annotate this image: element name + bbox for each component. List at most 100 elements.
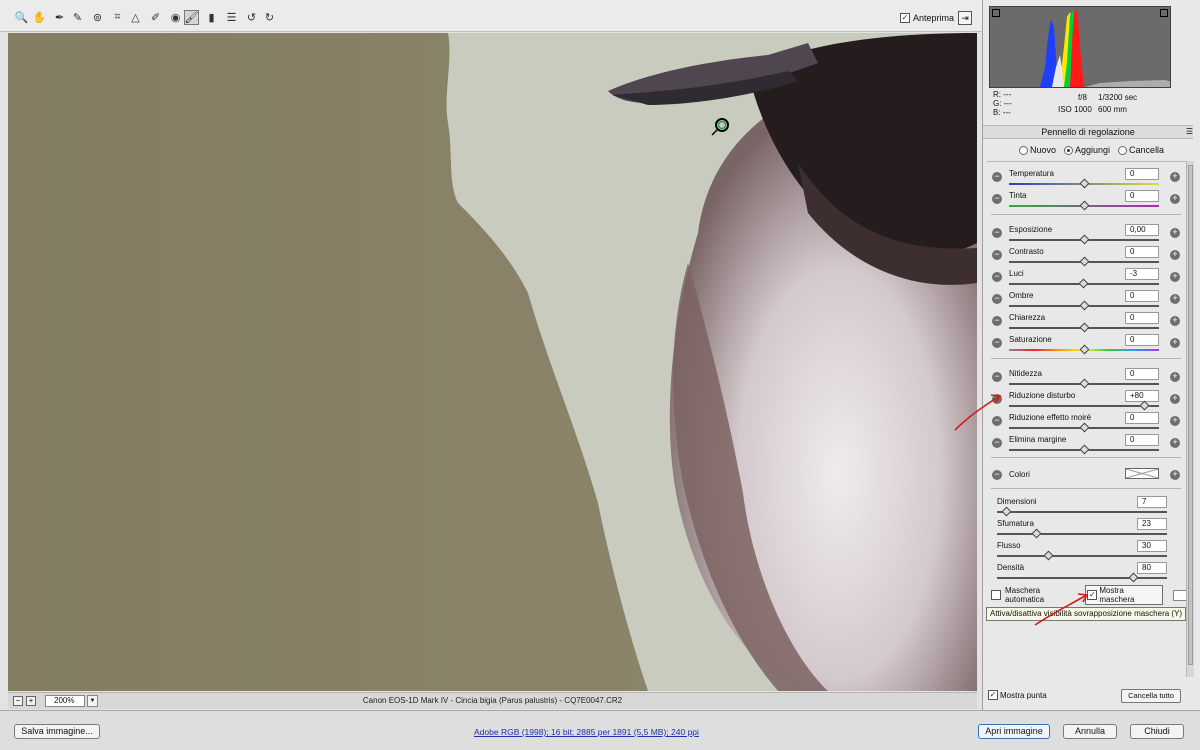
- scrollbar-thumb[interactable]: [1188, 165, 1193, 665]
- slider-track[interactable]: [997, 550, 1167, 561]
- slider-thumb[interactable]: [1079, 422, 1090, 433]
- slider-value-field[interactable]: -3: [1125, 268, 1159, 280]
- decrease-icon[interactable]: −: [992, 372, 1002, 382]
- panel-menu-icon[interactable]: ☰: [1186, 126, 1193, 138]
- slider-track[interactable]: [1009, 200, 1159, 211]
- zoom-tool[interactable]: 🔍: [14, 10, 29, 25]
- slider-thumb[interactable]: [1079, 200, 1090, 211]
- white-balance-tool[interactable]: ✒: [52, 10, 67, 25]
- slider-track[interactable]: [1009, 322, 1159, 333]
- mode-option-cancella[interactable]: Cancella: [1118, 145, 1164, 155]
- panel-scrollbar[interactable]: [1186, 161, 1194, 677]
- slider-value-field[interactable]: 0: [1125, 190, 1159, 202]
- mask-color-swatch[interactable]: [1173, 589, 1187, 601]
- workflow-options-link[interactable]: Adobe RGB (1998); 16 bit; 2885 per 1891 …: [474, 727, 699, 737]
- slider-thumb[interactable]: [1139, 400, 1150, 411]
- slider-value-field[interactable]: 0: [1125, 434, 1159, 446]
- decrease-icon[interactable]: −: [992, 194, 1002, 204]
- slider-value-field[interactable]: 0: [1125, 412, 1159, 424]
- slider-value-field[interactable]: 30: [1137, 540, 1167, 552]
- save-image-button[interactable]: Salva immagine...: [14, 724, 100, 739]
- highlight-clipping-toggle[interactable]: [1160, 9, 1168, 17]
- increase-icon[interactable]: +: [1170, 372, 1180, 382]
- preferences-tool[interactable]: ☰: [224, 10, 239, 25]
- slider-value-field[interactable]: 0: [1125, 246, 1159, 258]
- slider-value-field[interactable]: 0: [1125, 312, 1159, 324]
- decrease-icon[interactable]: −: [992, 338, 1002, 348]
- slider-track[interactable]: [1009, 278, 1159, 289]
- slider-thumb[interactable]: [1079, 300, 1090, 311]
- increase-icon[interactable]: +: [1170, 316, 1180, 326]
- slider-thumb[interactable]: [1079, 234, 1090, 245]
- auto-mask-checkbox[interactable]: [991, 590, 1001, 600]
- decrease-icon[interactable]: −: [992, 394, 1002, 404]
- straighten-tool[interactable]: △: [128, 10, 143, 25]
- slider-track[interactable]: [1009, 378, 1159, 389]
- targeted-adjustment-tool[interactable]: ⊚: [90, 10, 105, 25]
- decrease-icon[interactable]: −: [992, 294, 1002, 304]
- increase-icon[interactable]: +: [1170, 272, 1180, 282]
- shadow-clipping-toggle[interactable]: [992, 9, 1000, 17]
- preview-checkbox[interactable]: ✓: [900, 13, 910, 23]
- preview-toggle[interactable]: ✓ Anteprima: [900, 13, 954, 23]
- increase-icon[interactable]: +: [1170, 438, 1180, 448]
- decrease-icon[interactable]: −: [992, 250, 1002, 260]
- decrease-icon[interactable]: −: [992, 438, 1002, 448]
- slider-track[interactable]: [1009, 256, 1159, 267]
- slider-value-field[interactable]: 23: [1137, 518, 1167, 530]
- decrease-icon[interactable]: −: [992, 316, 1002, 326]
- fullscreen-toggle-button[interactable]: ⇥: [958, 11, 972, 25]
- slider-value-field[interactable]: 80: [1137, 562, 1167, 574]
- graduated-filter-tool[interactable]: ▮: [204, 10, 219, 25]
- slider-value-field[interactable]: 0: [1125, 290, 1159, 302]
- hand-tool[interactable]: ✋: [32, 10, 47, 25]
- slider-thumb[interactable]: [1079, 322, 1090, 333]
- slider-thumb[interactable]: [1043, 550, 1054, 561]
- decrease-icon[interactable]: −: [992, 470, 1002, 480]
- red-eye-tool[interactable]: ◉: [168, 10, 183, 25]
- decrease-icon[interactable]: −: [992, 416, 1002, 426]
- slider-track[interactable]: [1009, 400, 1159, 411]
- decrease-icon[interactable]: −: [992, 172, 1002, 182]
- slider-thumb[interactable]: [1079, 444, 1090, 455]
- slider-value-field[interactable]: +80: [1125, 390, 1159, 402]
- show-mask-checkbox[interactable]: ✓: [1087, 590, 1098, 600]
- image-canvas[interactable]: [8, 33, 977, 691]
- cancel-button[interactable]: Annulla: [1063, 724, 1117, 739]
- rotate-right-tool[interactable]: ↻: [262, 10, 277, 25]
- open-image-button[interactable]: Apri immagine: [978, 724, 1050, 739]
- decrease-icon[interactable]: −: [992, 228, 1002, 238]
- slider-thumb[interactable]: [1001, 506, 1011, 517]
- slider-track[interactable]: [1009, 300, 1159, 311]
- slider-track[interactable]: [997, 572, 1167, 583]
- increase-icon[interactable]: +: [1170, 338, 1180, 348]
- slider-thumb[interactable]: [1031, 528, 1042, 539]
- slider-thumb[interactable]: [1079, 344, 1090, 355]
- spot-removal-tool[interactable]: ✐: [148, 10, 163, 25]
- increase-icon[interactable]: +: [1170, 250, 1180, 260]
- slider-thumb[interactable]: [1079, 256, 1090, 267]
- done-button[interactable]: Chiudi: [1130, 724, 1184, 739]
- radio-button[interactable]: [1064, 145, 1074, 155]
- increase-icon[interactable]: +: [1170, 416, 1180, 426]
- slider-value-field[interactable]: 0,00: [1125, 224, 1159, 236]
- slider-value-field[interactable]: 7: [1137, 496, 1167, 508]
- slider-value-field[interactable]: 0: [1125, 368, 1159, 380]
- slider-track[interactable]: [1009, 344, 1159, 355]
- radio-button[interactable]: [1118, 145, 1128, 155]
- slider-track[interactable]: [1009, 178, 1159, 189]
- adjustment-brush-tool[interactable]: 🖌: [184, 10, 199, 25]
- slider-thumb[interactable]: [1128, 572, 1139, 583]
- slider-value-field[interactable]: 0: [1125, 168, 1159, 180]
- slider-thumb[interactable]: [1079, 378, 1090, 389]
- color-swatch[interactable]: [1125, 468, 1159, 479]
- slider-thumb[interactable]: [1078, 278, 1088, 289]
- crop-tool[interactable]: ⌗: [110, 10, 125, 25]
- decrease-icon[interactable]: −: [992, 272, 1002, 282]
- increase-icon[interactable]: +: [1170, 294, 1180, 304]
- slider-track[interactable]: [1009, 444, 1159, 455]
- clear-all-button[interactable]: Cancella tutto: [1121, 689, 1181, 703]
- radio-button[interactable]: [1019, 145, 1028, 155]
- show-mask-toggle[interactable]: ✓ Mostra maschera: [1085, 585, 1164, 605]
- mode-option-aggiungi[interactable]: Aggiungi: [1064, 145, 1110, 155]
